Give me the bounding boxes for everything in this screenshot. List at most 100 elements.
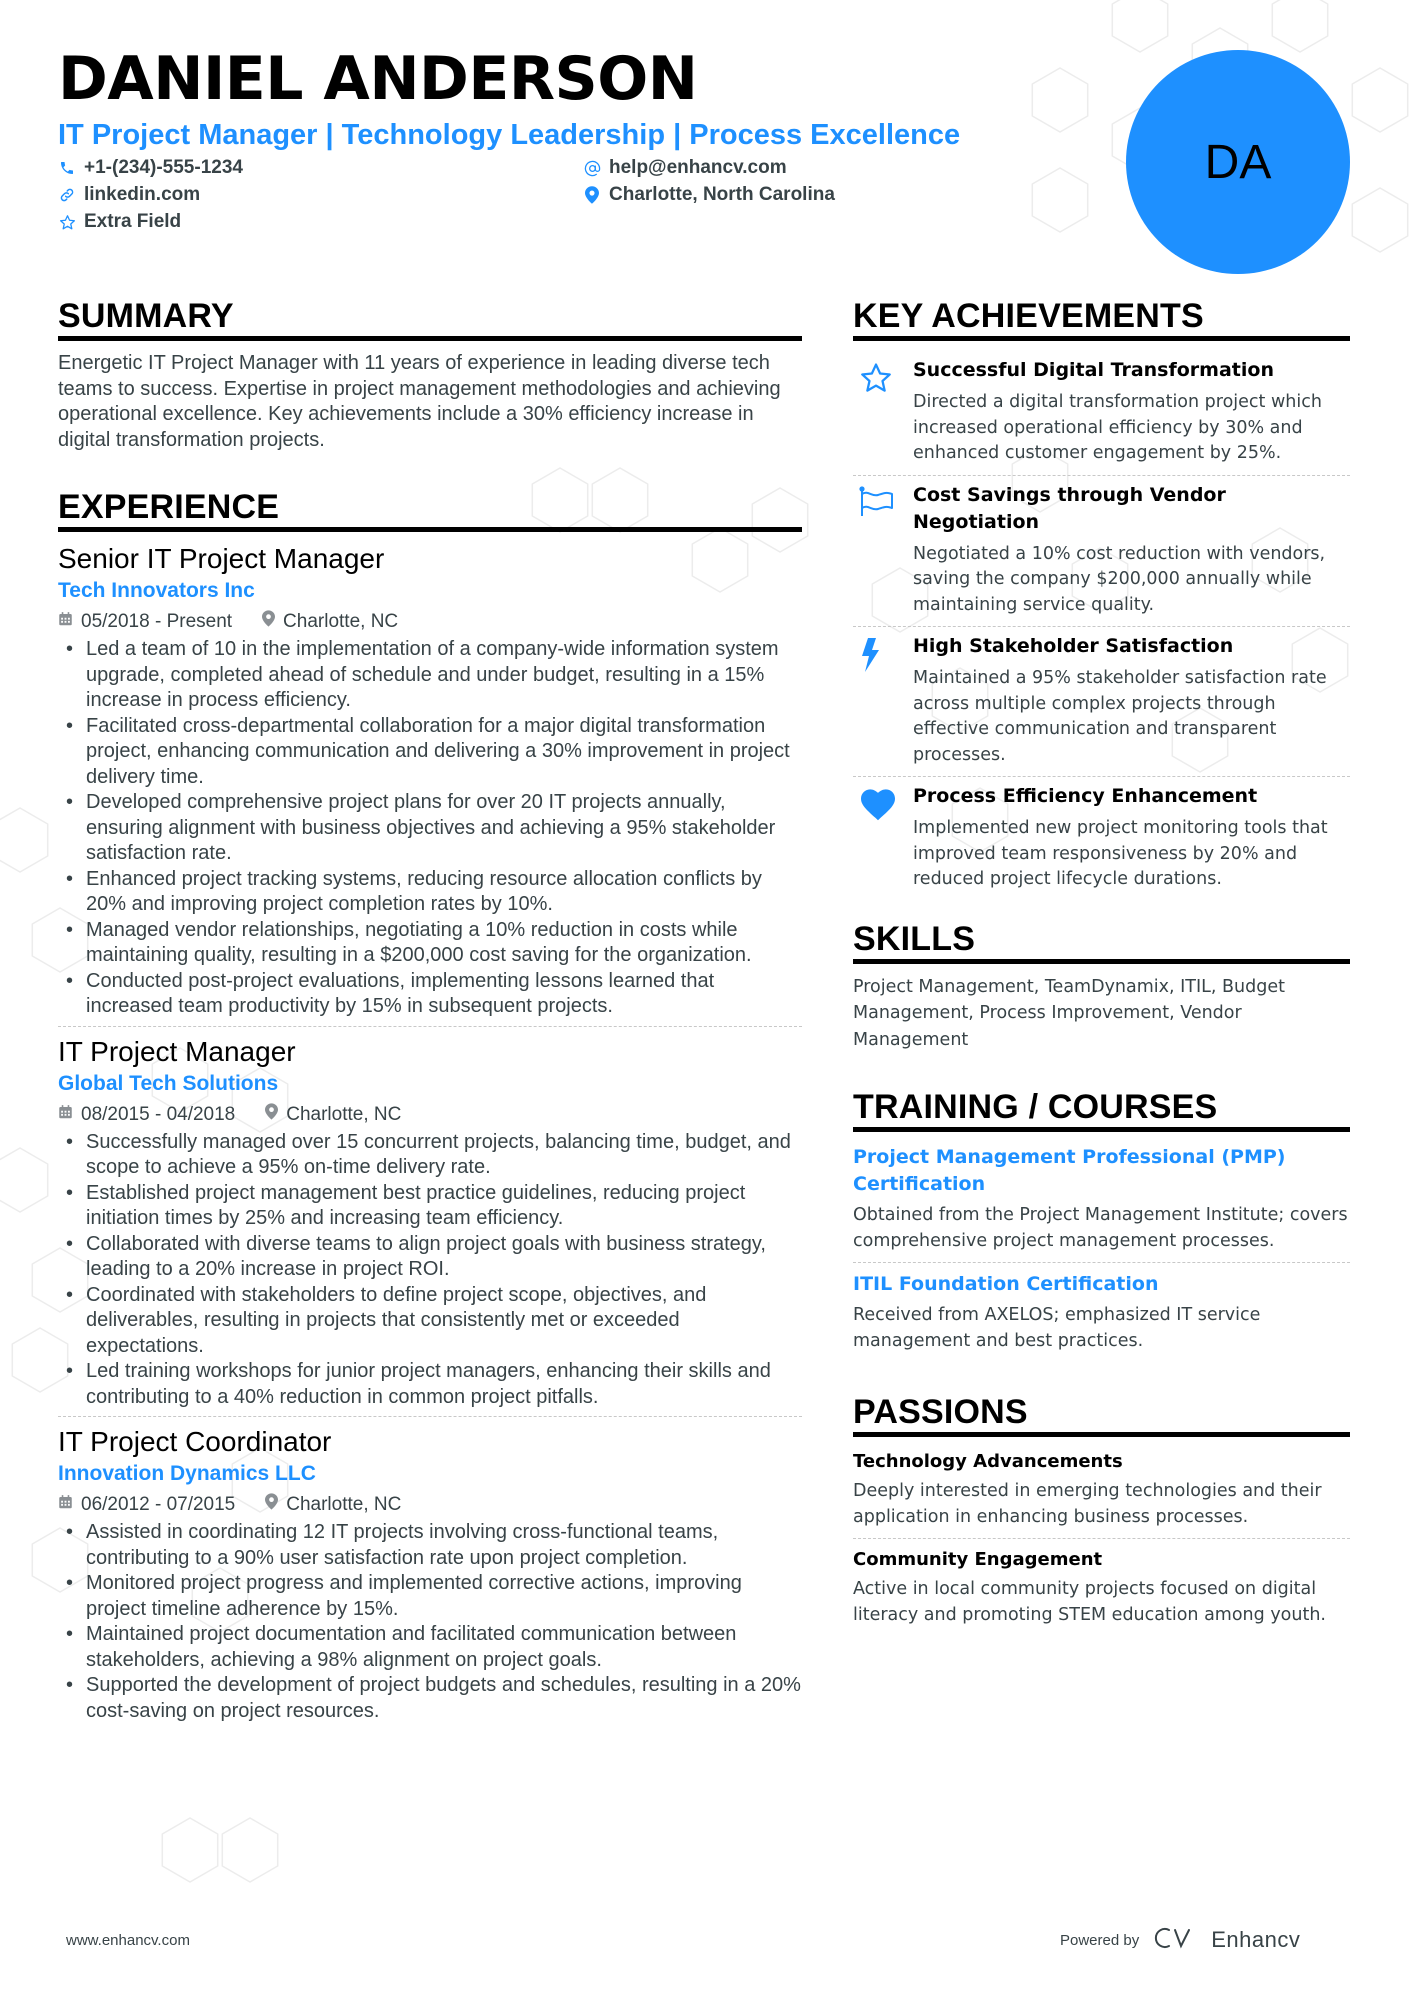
job-title: IT Project Manager: [58, 1035, 296, 1067]
training-heading: TRAINING / COURSES: [853, 1087, 1350, 1132]
achievement-list: Successful Digital Transformation Direct…: [853, 351, 1350, 901]
achievement-item: High Stakeholder Satisfaction Maintained…: [853, 626, 1350, 776]
achievement-title: Process Efficiency Enhancement: [913, 785, 1258, 807]
job-location: Charlotte, NC: [286, 1494, 402, 1515]
linkedin-text: linkedin.com: [84, 184, 201, 205]
extra-field-text: Extra Field: [84, 211, 182, 232]
achievement-title: High Stakeholder Satisfaction: [913, 635, 1234, 657]
job-bullet: Managed vendor relationships, negotiatin…: [58, 918, 802, 969]
achievement-title: Successful Digital Transformation: [913, 359, 1274, 381]
summary-section: SUMMARY Energetic IT Project Manager wit…: [58, 296, 802, 453]
passion-title: Community Engagement: [853, 1549, 1103, 1570]
candidate-headline: IT Project Manager | Technology Leadersh…: [58, 119, 961, 151]
right-column: KEY ACHIEVEMENTS Successful Digital Tran…: [853, 296, 1350, 1636]
phone-icon: [58, 159, 76, 177]
phone-text: +1-(234)-555-1234: [84, 157, 243, 178]
job-bullet: Maintained project documentation and fac…: [58, 1622, 802, 1673]
job-bullet: Developed comprehensive project plans fo…: [58, 790, 802, 867]
job-bullet-list: Successfully managed over 15 concurrent …: [58, 1130, 802, 1411]
calendar-icon: [58, 608, 73, 636]
summary-heading: SUMMARY: [58, 296, 802, 341]
skills-text: Project Management, TeamDynamix, ITIL, B…: [853, 976, 1285, 1050]
link-icon: [58, 186, 76, 204]
job-title: IT Project Coordinator: [58, 1426, 332, 1457]
job-location: Charlotte, NC: [283, 611, 399, 632]
key-achievements-heading: KEY ACHIEVEMENTS: [853, 296, 1350, 341]
experience-entry: IT Project Manager Global Tech Solutions 0…: [58, 1025, 802, 1417]
job-bullet: Supported the development of project bud…: [58, 1673, 802, 1724]
job-bullet: Monitored project progress and implement…: [58, 1571, 802, 1622]
training-section: TRAINING / COURSES Project Management Pr…: [853, 1087, 1350, 1362]
company-name: Tech Innovators Inc: [58, 579, 255, 602]
map-pin-icon: [265, 1491, 279, 1519]
passion-item: Community Engagement Active in local com…: [853, 1538, 1350, 1636]
job-bullet: Established project management best prac…: [58, 1181, 802, 1232]
contact-extra-field[interactable]: Extra Field: [58, 210, 181, 234]
course-title: ITIL Foundation Certification: [853, 1273, 1159, 1295]
map-pin-icon: [262, 608, 276, 636]
achievement-description: Negotiated a 10% cost reduction with ven…: [913, 543, 1326, 615]
job-bullet-list: Assisted in coordinating 12 IT projects …: [58, 1520, 802, 1724]
job-dates: 05/2018 - Present: [81, 611, 233, 632]
contact-phone[interactable]: +1-(234)-555-1234: [58, 156, 243, 180]
calendar-icon: [58, 1491, 73, 1519]
footer-website-link[interactable]: www.enhancv.com: [66, 1932, 190, 1949]
job-bullet: Assisted in coordinating 12 IT projects …: [58, 1520, 802, 1571]
course-title: Project Management Professional (PMP) Ce…: [853, 1146, 1286, 1195]
contact-location: Charlotte, North Carolina: [583, 183, 835, 207]
achievement-title: Cost Savings through Vendor Negotiation: [913, 483, 1226, 533]
job-dates: 08/2015 - 04/2018: [81, 1103, 236, 1125]
enhancv-logo-icon: [1153, 1926, 1197, 1954]
experience-heading: EXPERIENCE: [58, 487, 802, 532]
passions-heading: PASSIONS: [853, 1392, 1350, 1437]
powered-by-label: Powered by: [1060, 1931, 1140, 1949]
left-column: SUMMARY Energetic IT Project Manager wit…: [58, 296, 802, 1730]
star-icon: [58, 213, 76, 231]
passion-title: Technology Advancements: [853, 1451, 1123, 1472]
passion-list: Technology Advancements Deeply intereste…: [853, 1447, 1350, 1636]
skills-heading: SKILLS: [853, 919, 1350, 964]
avatar-initials: DA: [1204, 135, 1272, 189]
summary-text: Energetic IT Project Manager with 11 yea…: [58, 352, 781, 451]
job-meta: 05/2018 - Present Charlotte, NC: [58, 608, 802, 636]
flag-icon: [853, 482, 913, 619]
calendar-icon: [58, 1101, 73, 1129]
passions-section: PASSIONS Technology Advancements Deeply …: [853, 1392, 1350, 1636]
contact-linkedin[interactable]: linkedin.com: [58, 183, 200, 207]
job-bullet: Enhanced project tracking systems, reduc…: [58, 867, 802, 918]
candidate-name: DANIEL ANDERSON: [58, 44, 698, 114]
achievement-description: Implemented new project monitoring tools…: [913, 818, 1328, 889]
course-item: Project Management Professional (PMP) Ce…: [853, 1142, 1350, 1262]
avatar: DA: [1126, 50, 1350, 274]
email-text: help@enhancv.com: [609, 157, 787, 178]
achievement-description: Directed a digital transformation projec…: [913, 392, 1322, 463]
key-achievements-section: KEY ACHIEVEMENTS Successful Digital Tran…: [853, 296, 1350, 901]
star-icon: [853, 357, 913, 467]
job-dates: 06/2012 - 07/2015: [81, 1494, 236, 1515]
passion-item: Technology Advancements Deeply intereste…: [853, 1447, 1350, 1538]
skills-section: SKILLS Project Management, TeamDynamix, …: [853, 919, 1350, 1054]
contact-email[interactable]: help@enhancv.com: [583, 156, 787, 180]
course-description: Obtained from the Project Management Ins…: [853, 1205, 1348, 1251]
job-location: Charlotte, NC: [286, 1103, 402, 1125]
job-bullet: Collaborated with diverse teams to align…: [58, 1232, 802, 1283]
experience-entry: IT Project Coordinator Innovation Dynamic…: [58, 1416, 802, 1730]
job-bullet: Led a team of 10 in the implementation o…: [58, 637, 802, 714]
experience-section: EXPERIENCE Senior IT Project Manager Tech…: [58, 487, 802, 1730]
passion-description: Active in local community projects focus…: [853, 1579, 1326, 1625]
company-name: Innovation Dynamics LLC: [58, 1462, 316, 1485]
footer-powered-by[interactable]: Powered by Enhancv: [1060, 1926, 1300, 1954]
passion-description: Deeply interested in emerging technologi…: [853, 1481, 1322, 1527]
job-bullet: Successfully managed over 15 concurrent …: [58, 1130, 802, 1181]
job-bullet: Led training workshops for junior projec…: [58, 1359, 802, 1410]
resume-page: DANIEL ANDERSON IT Project Manager | Tec…: [0, 0, 1410, 1995]
enhancv-brand-text: Enhancv: [1211, 1927, 1301, 1952]
job-meta: 06/2012 - 07/2015 Charlotte, NC: [58, 1491, 802, 1519]
course-description: Received from AXELOS; emphasized IT serv…: [853, 1305, 1261, 1351]
location-text: Charlotte, North Carolina: [609, 184, 835, 205]
at-icon: [583, 159, 601, 177]
course-list: Project Management Professional (PMP) Ce…: [853, 1142, 1350, 1362]
map-pin-icon: [265, 1101, 279, 1129]
job-meta: 08/2015 - 04/2018 Charlotte, NC: [58, 1101, 802, 1129]
achievement-item: Cost Savings through Vendor Negotiation …: [853, 474, 1350, 627]
